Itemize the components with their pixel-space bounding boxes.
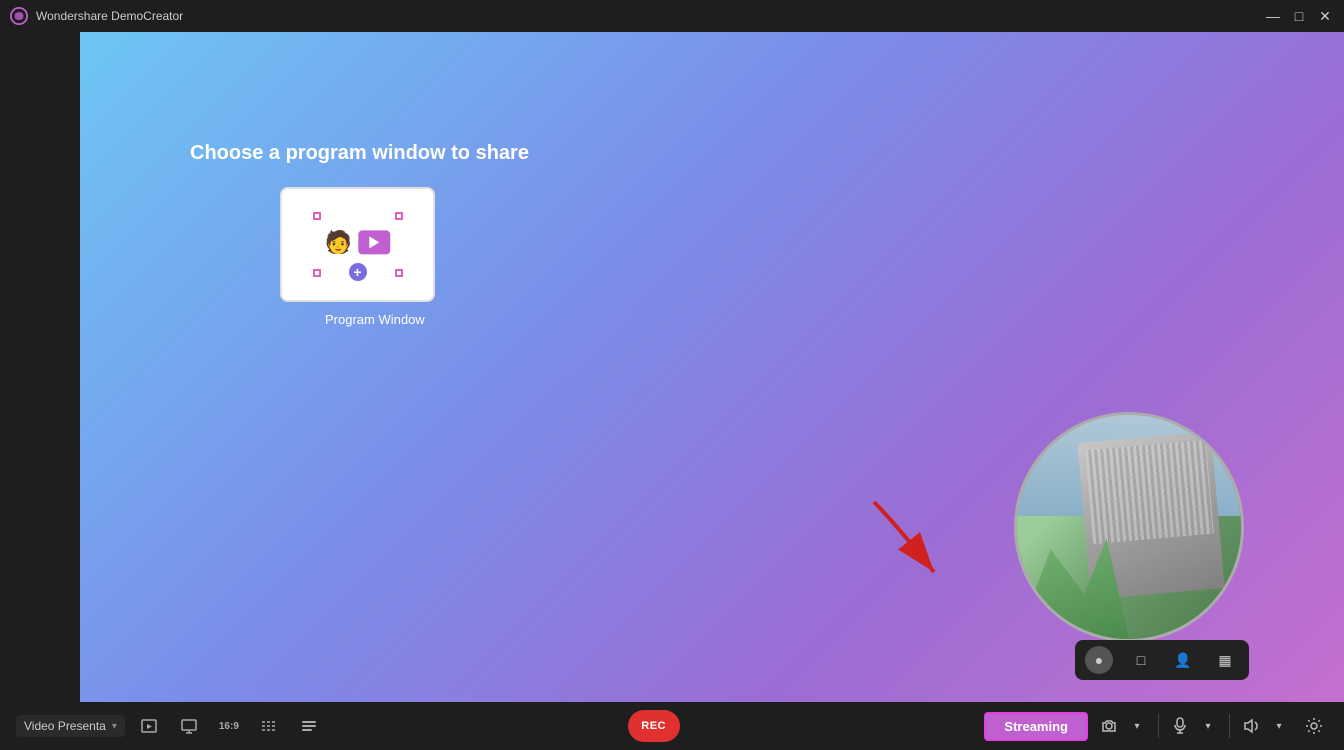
camera-down-icon: ▾ bbox=[1134, 721, 1139, 732]
title-bar: Wondershare DemoCreator — □ ✕ bbox=[0, 0, 1344, 32]
camera-content bbox=[1017, 415, 1241, 639]
volume-chevron[interactable]: ▾ bbox=[1266, 713, 1292, 739]
camera-group: ▾ bbox=[1096, 713, 1150, 739]
mic-btn[interactable] bbox=[1167, 713, 1193, 739]
volume-down-icon: ▾ bbox=[1276, 721, 1281, 732]
corner-tl bbox=[313, 212, 321, 220]
camera-icon bbox=[1100, 717, 1118, 735]
camera-chevron[interactable]: ▾ bbox=[1124, 713, 1150, 739]
program-window-card[interactable]: 🧑 + bbox=[280, 187, 435, 302]
arrow-svg bbox=[854, 482, 974, 602]
volume-group: ▾ bbox=[1238, 713, 1292, 739]
rec-button[interactable]: REC bbox=[628, 710, 680, 742]
mic-chevron[interactable]: ▾ bbox=[1195, 713, 1221, 739]
aspect-ratio-label: 16:9 bbox=[219, 721, 239, 732]
gear-icon bbox=[1305, 717, 1323, 735]
bottom-center: REC bbox=[628, 710, 680, 742]
title-bar-left: Wondershare DemoCreator bbox=[10, 7, 183, 25]
bottom-icons: 16:9 bbox=[135, 712, 323, 740]
circle-icon: ● bbox=[1095, 652, 1103, 668]
card-inner: 🧑 + bbox=[313, 212, 403, 277]
cam-circle-btn[interactable]: ● bbox=[1085, 646, 1113, 674]
bottom-right: Streaming ▾ bbox=[984, 712, 1328, 741]
cam-rect-btn[interactable]: □ bbox=[1127, 646, 1155, 674]
cam-face-btn[interactable]: 👤 bbox=[1169, 646, 1197, 674]
window-controls: — □ ✕ bbox=[1264, 8, 1334, 25]
program-window-label: Program Window bbox=[325, 312, 425, 327]
text-icon bbox=[300, 717, 318, 735]
aspect-ratio-btn[interactable]: 16:9 bbox=[215, 712, 243, 740]
camera-preview bbox=[1014, 412, 1244, 642]
volume-btn[interactable] bbox=[1238, 713, 1264, 739]
rect-icon: □ bbox=[1137, 652, 1145, 668]
layout-icon: ▦ bbox=[1218, 652, 1231, 669]
text-btn[interactable] bbox=[295, 712, 323, 740]
add-icon: + bbox=[349, 263, 367, 281]
maximize-btn[interactable]: □ bbox=[1290, 8, 1308, 24]
streaming-button[interactable]: Streaming bbox=[984, 712, 1088, 741]
camera-btn[interactable] bbox=[1096, 713, 1122, 739]
corner-br bbox=[395, 269, 403, 277]
choose-title: Choose a program window to share bbox=[190, 142, 529, 165]
face-track-icon: 👤 bbox=[1174, 652, 1191, 669]
main-content: Choose a program window to share 🧑 + Pro… bbox=[80, 32, 1344, 702]
camera-toolbar: ● □ 👤 ▦ bbox=[1075, 640, 1249, 680]
close-btn[interactable]: ✕ bbox=[1316, 8, 1334, 25]
right-controls: ▾ ▾ bbox=[1096, 713, 1292, 739]
source-label: Video Presenta bbox=[24, 719, 106, 733]
scene-btn[interactable] bbox=[135, 712, 163, 740]
corner-tr bbox=[395, 212, 403, 220]
bottom-left: Video Presenta ▾ 16:9 bbox=[16, 712, 323, 740]
mic-group: ▾ bbox=[1167, 713, 1221, 739]
divider-1 bbox=[1158, 714, 1159, 738]
person-icon: 🧑 bbox=[325, 229, 352, 255]
volume-icon bbox=[1242, 717, 1260, 735]
play-triangle-icon bbox=[369, 236, 379, 248]
cam-layout-btn[interactable]: ▦ bbox=[1211, 646, 1239, 674]
source-select[interactable]: Video Presenta ▾ bbox=[16, 715, 125, 737]
settings-btn[interactable] bbox=[1300, 712, 1328, 740]
motion-btn[interactable] bbox=[255, 712, 283, 740]
app-logo bbox=[10, 7, 28, 25]
divider-2 bbox=[1229, 714, 1230, 738]
arrow-pointer bbox=[854, 482, 974, 602]
scene-icon bbox=[140, 717, 158, 735]
mic-icon bbox=[1173, 717, 1187, 735]
chevron-down-icon: ▾ bbox=[112, 721, 117, 732]
mic-down-icon: ▾ bbox=[1205, 721, 1210, 732]
motion-icon bbox=[260, 717, 278, 735]
screen-icon bbox=[180, 717, 198, 735]
app-title: Wondershare DemoCreator bbox=[36, 9, 183, 23]
corner-bl bbox=[313, 269, 321, 277]
card-icons: 🧑 bbox=[325, 229, 390, 255]
play-box bbox=[358, 230, 390, 254]
bottom-bar: Video Presenta ▾ 16:9 bbox=[0, 702, 1344, 750]
minimize-btn[interactable]: — bbox=[1264, 8, 1282, 24]
left-sidebar bbox=[0, 32, 80, 702]
screen-btn[interactable] bbox=[175, 712, 203, 740]
